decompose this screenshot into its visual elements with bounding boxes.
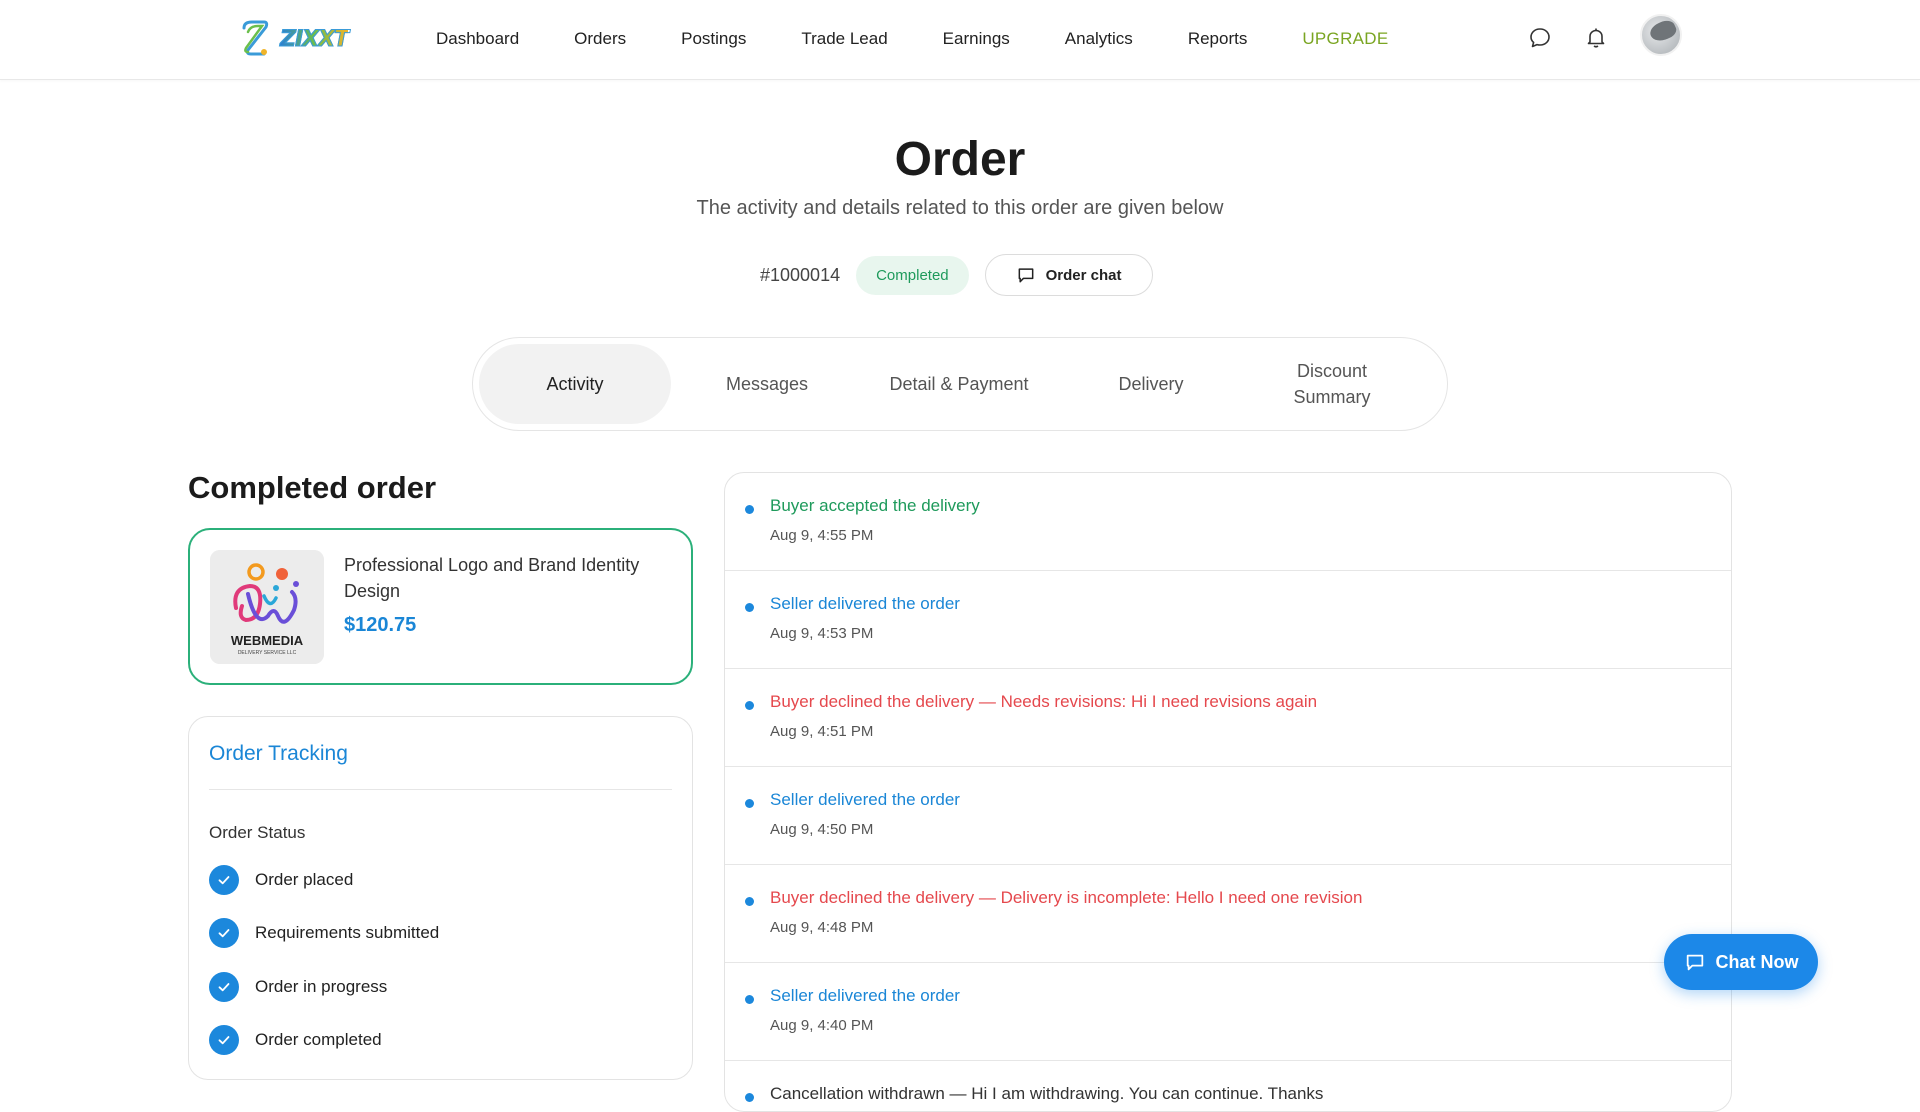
activity-item: Buyer declined the delivery — Needs revi… — [725, 669, 1731, 767]
status-badge: Completed — [856, 255, 969, 295]
order-tracking-card: Order Tracking Order Status Order placed… — [188, 716, 693, 1080]
tab-discount-summary[interactable]: Discount Summary — [1247, 344, 1417, 424]
check-circle-icon — [209, 865, 239, 895]
check-circle-icon — [209, 918, 239, 948]
order-meta-row: #1000014 Completed Order chat — [760, 254, 1153, 296]
tab-activity[interactable]: Activity — [479, 344, 671, 424]
activity-text: Buyer declined the delivery — Delivery i… — [770, 888, 1363, 907]
product-price: $120.75 — [344, 614, 417, 636]
activity-item: Seller delivered the order Aug 9, 4:53 P… — [725, 571, 1731, 669]
bullet-dot — [745, 603, 754, 612]
activity-time: Aug 9, 4:40 PM — [770, 1017, 874, 1034]
activity-text: Seller delivered the order — [770, 594, 960, 613]
activity-text: Cancellation withdrawn — Hi I am withdra… — [770, 1084, 1324, 1103]
product-card[interactable]: WEBMEDIA DELIVERY SERVICE LLC Profession… — [188, 528, 693, 685]
chat-bubble-icon[interactable] — [1526, 24, 1554, 52]
bullet-dot — [745, 1093, 754, 1102]
thumb-tagline: DELIVERY SERVICE LLC — [238, 650, 297, 656]
activity-item: Buyer accepted the delivery Aug 9, 4:55 … — [725, 473, 1731, 571]
bullet-dot — [745, 995, 754, 1004]
message-square-icon — [1018, 268, 1034, 283]
activity-text: Buyer declined the delivery — Needs revi… — [770, 692, 1318, 711]
check-circle-icon — [209, 1025, 239, 1055]
activity-item: Buyer declined the delivery — Delivery i… — [725, 865, 1731, 963]
bell-icon[interactable] — [1582, 24, 1610, 52]
activity-feed: Buyer accepted the delivery Aug 9, 4:55 … — [724, 472, 1732, 1112]
page-title: Order — [894, 133, 1026, 186]
nav-reports[interactable]: Reports — [1188, 29, 1248, 49]
activity-time: Aug 9, 4:51 PM — [770, 723, 874, 740]
activity-time: Aug 9, 4:55 PM — [770, 527, 874, 544]
activity-time: Aug 9, 4:48 PM — [770, 919, 874, 936]
tracking-step: Requirements submitted — [209, 918, 439, 948]
completed-order-heading: Completed order — [188, 470, 437, 505]
activity-time: Aug 9, 4:50 PM — [770, 821, 874, 838]
tab-delivery[interactable]: Delivery — [1055, 344, 1247, 424]
nav-orders[interactable]: Orders — [574, 29, 626, 49]
order-tabs: Activity Messages Detail & Payment Deliv… — [472, 337, 1448, 431]
brand-logo[interactable]: ZIXXT — [238, 18, 350, 60]
main-nav: Dashboard Orders Postings Trade Lead Ear… — [436, 0, 1444, 78]
chat-now-button[interactable]: Chat Now — [1664, 934, 1818, 990]
nav-earnings[interactable]: Earnings — [943, 29, 1010, 49]
brand-wordmark: ZIXXT — [279, 26, 349, 52]
thumb-brand: WEBMEDIA — [231, 633, 304, 648]
brand-mark-icon — [242, 20, 269, 56]
product-name: Professional Logo and Brand Identity Des… — [344, 555, 640, 602]
bullet-dot — [745, 701, 754, 710]
bullet-dot — [745, 799, 754, 808]
order-id: #1000014 — [760, 264, 841, 285]
activity-item: Seller delivered the order Aug 9, 4:50 P… — [725, 767, 1731, 865]
nav-upgrade[interactable]: UPGRADE — [1302, 29, 1388, 49]
tracking-step-label: Order placed — [255, 870, 354, 889]
chat-now-label: Chat Now — [1715, 951, 1799, 972]
activity-item: Cancellation withdrawn — Hi I am withdra… — [725, 1061, 1731, 1111]
activity-time: Aug 9, 4:53 PM — [770, 625, 874, 642]
divider — [209, 789, 672, 790]
nav-trade-lead[interactable]: Trade Lead — [801, 29, 887, 49]
message-square-icon — [1686, 954, 1703, 971]
tracking-step-label: Order completed — [255, 1030, 382, 1049]
nav-dashboard[interactable]: Dashboard — [436, 29, 519, 49]
tracking-step: Order placed — [209, 865, 353, 895]
tracking-step-label: Order in progress — [255, 977, 388, 996]
product-thumbnail: WEBMEDIA DELIVERY SERVICE LLC — [210, 550, 324, 664]
bullet-dot — [745, 897, 754, 906]
order-status-label: Order Status — [209, 823, 306, 842]
activity-text: Buyer accepted the delivery — [770, 496, 980, 515]
nav-postings[interactable]: Postings — [681, 29, 746, 49]
tracking-step: Order in progress — [209, 972, 387, 1002]
user-avatar[interactable] — [1640, 14, 1682, 56]
top-navigation-bar: ZIXXT Dashboard Orders Postings Trade Le… — [0, 0, 1920, 80]
tracking-step-label: Requirements submitted — [255, 923, 440, 942]
activity-text: Seller delivered the order — [770, 790, 960, 809]
activity-item: Seller delivered the order Aug 9, 4:40 P… — [725, 963, 1731, 1061]
order-chat-button[interactable]: Order chat — [984, 254, 1153, 296]
order-tracking-title: Order Tracking — [209, 742, 348, 765]
tab-detail-payment[interactable]: Detail & Payment — [863, 344, 1055, 424]
bullet-dot — [745, 505, 754, 514]
activity-text: Seller delivered the order — [770, 986, 960, 1005]
webmedia-logo: WEBMEDIA DELIVERY SERVICE LLC — [210, 550, 324, 664]
order-chat-label: Order chat — [1045, 266, 1122, 284]
tracking-step: Order completed — [209, 1025, 382, 1055]
tab-messages[interactable]: Messages — [671, 344, 863, 424]
nav-analytics[interactable]: Analytics — [1065, 29, 1133, 49]
check-circle-icon — [209, 972, 239, 1002]
page-subtitle: The activity and details related to this… — [696, 197, 1224, 219]
